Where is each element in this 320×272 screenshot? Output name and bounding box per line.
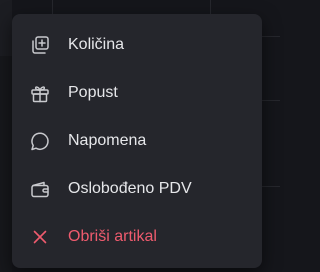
background-divider <box>262 186 280 187</box>
menu-item-delete-item[interactable]: Obriši artikal <box>12 213 262 261</box>
background-divider <box>262 36 280 37</box>
menu-item-label: Popust <box>68 84 118 101</box>
menu-item-label: Oslobođeno PDV <box>68 180 192 197</box>
menu-item-discount[interactable]: Popust <box>12 69 262 117</box>
menu-item-label: Količina <box>68 36 125 53</box>
menu-item-quantity[interactable]: Količina <box>12 21 262 69</box>
menu-item-note[interactable]: Napomena <box>12 117 262 165</box>
quantity-add-icon <box>28 33 52 57</box>
background-divider <box>52 0 53 14</box>
menu-item-label: Obriši artikal <box>68 228 157 245</box>
background-panel-left <box>0 0 12 56</box>
background-panel-left-lower <box>0 56 12 272</box>
chat-bubble-icon <box>28 129 52 153</box>
menu-item-label: Napomena <box>68 132 147 149</box>
background-divider <box>210 0 211 14</box>
menu-item-vat-exempt[interactable]: Oslobođeno PDV <box>12 165 262 213</box>
close-icon <box>28 225 52 249</box>
item-context-menu: Količina Popust Napomena Oslobođeno PDV … <box>12 14 262 268</box>
gift-icon <box>28 81 52 105</box>
wallet-icon <box>28 177 52 201</box>
background-divider <box>262 100 280 101</box>
